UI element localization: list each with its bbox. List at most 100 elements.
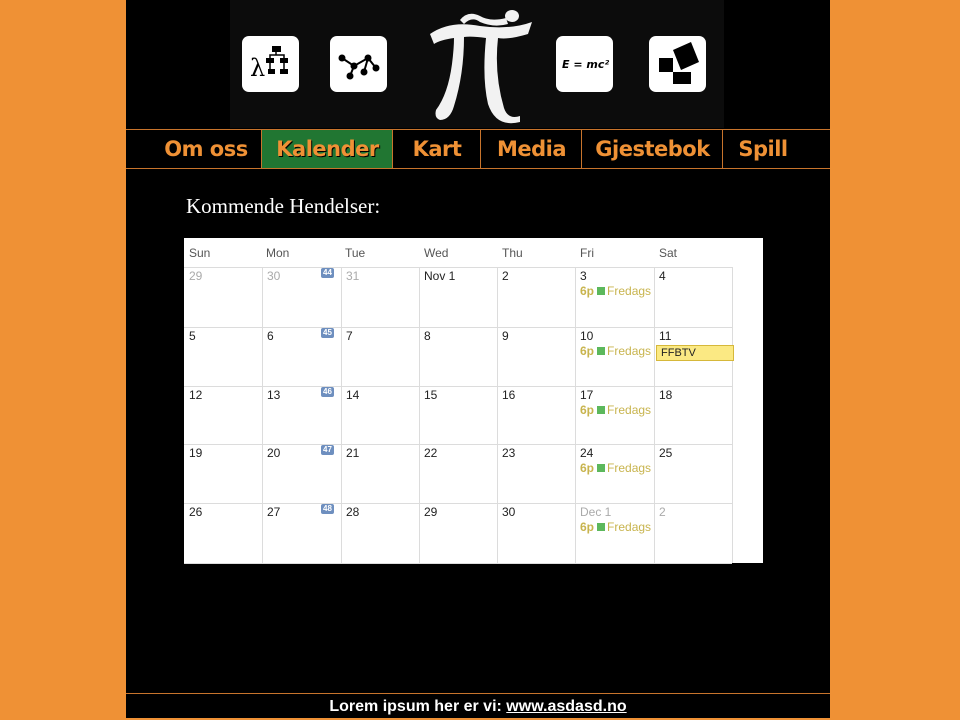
grid-line: [184, 386, 732, 387]
week-number-badge[interactable]: 48: [321, 504, 334, 514]
footer-text: Lorem ipsum her er vi:: [329, 698, 507, 715]
grid-line: [654, 267, 655, 563]
day-number[interactable]: 5: [189, 329, 196, 343]
svg-text:E = mc²: E = mc²: [562, 58, 609, 71]
footer: Lorem ipsum her er vi: www.asdasd.no: [126, 693, 830, 718]
week-number-badge[interactable]: 44: [321, 268, 334, 278]
day-number[interactable]: 27: [267, 505, 280, 519]
main-nav: Om oss Kalender Kart Media Gjestebok Spi…: [126, 129, 830, 169]
day-number[interactable]: 17: [580, 388, 593, 402]
week-number-badge[interactable]: 46: [321, 387, 334, 397]
graph-nodes-icon: [330, 36, 387, 92]
day-number[interactable]: 16: [502, 388, 515, 402]
event-title: Fredags: [607, 520, 652, 534]
day-number[interactable]: 20: [267, 446, 280, 460]
allday-event[interactable]: FFBTV: [656, 345, 734, 361]
weekday-label: Mon: [266, 246, 290, 260]
day-number[interactable]: 19: [189, 446, 202, 460]
friday-event[interactable]: 6p Fredags: [580, 520, 651, 534]
nav-kalender[interactable]: Kalender: [261, 130, 393, 168]
grid-line: [184, 503, 732, 504]
day-number[interactable]: 23: [502, 446, 515, 460]
event-time: 6p: [580, 284, 595, 298]
day-number[interactable]: 29: [189, 269, 202, 283]
day-number[interactable]: 9: [502, 329, 509, 343]
day-number[interactable]: 2: [502, 269, 509, 283]
weekday-label: Thu: [502, 246, 523, 260]
event-color-dot: [597, 347, 606, 355]
weekday-label: Wed: [424, 246, 449, 260]
grid-line: [732, 267, 733, 563]
day-number[interactable]: Nov 1: [424, 269, 455, 283]
page-container: λ E = mc² Om oss Kalender Kart Media Gje…: [126, 0, 830, 718]
day-number[interactable]: 3: [580, 269, 587, 283]
day-number[interactable]: 11: [659, 329, 671, 343]
header-banner: λ E = mc²: [230, 0, 724, 128]
event-time: 6p: [580, 461, 595, 475]
grid-line: [419, 267, 420, 563]
week-number-badge[interactable]: 47: [321, 445, 334, 455]
day-number[interactable]: 26: [189, 505, 202, 519]
footer-link[interactable]: www.asdasd.no: [506, 698, 626, 715]
pi-figure-logo: [420, 4, 540, 124]
event-title: Fredags: [607, 461, 652, 475]
day-number[interactable]: 2: [659, 505, 666, 519]
grid-line: [341, 267, 342, 563]
grid-line: [184, 267, 732, 268]
event-color-dot: [597, 287, 606, 295]
calendar-widget: Sun Mon Tue Wed Thu Fri Sat 29 30 31 Nov 12…: [184, 238, 763, 564]
grid-line: [262, 267, 263, 563]
day-number[interactable]: 29: [424, 505, 437, 519]
day-number[interactable]: 7: [346, 329, 353, 343]
day-number[interactable]: 14: [346, 388, 359, 402]
week-number-badge[interactable]: 45: [321, 328, 334, 338]
nav-gjestebok[interactable]: Gjestebok: [581, 130, 723, 168]
day-number[interactable]: 25: [659, 446, 672, 460]
event-color-dot: [597, 464, 606, 472]
page-title: Kommende Hendelser:: [186, 194, 381, 218]
day-number[interactable]: 24: [580, 446, 593, 460]
grid-line: [575, 267, 576, 563]
event-time: 6p: [580, 344, 595, 358]
friday-event[interactable]: 6p Fredags: [580, 344, 651, 358]
grid-line: [184, 563, 732, 564]
weekday-label: Tue: [345, 246, 366, 260]
event-color-dot: [597, 523, 606, 531]
day-number[interactable]: 28: [346, 505, 359, 519]
friday-event[interactable]: 6p Fredags: [580, 403, 651, 417]
event-color-dot: [597, 406, 606, 414]
weekday-label: Sun: [189, 246, 211, 260]
nav-media[interactable]: Media: [480, 130, 582, 168]
day-number[interactable]: Dec 1: [580, 505, 611, 519]
nav-kart[interactable]: Kart: [392, 130, 481, 168]
day-number[interactable]: 12: [189, 388, 202, 402]
friday-event[interactable]: 6p Fredags: [580, 284, 651, 298]
nav-spill[interactable]: Spill: [722, 130, 803, 168]
weekday-label: Fri: [580, 246, 594, 260]
event-time: 6p: [580, 403, 595, 417]
day-number[interactable]: 10: [580, 329, 593, 343]
lambda-flowchart-icon: λ: [242, 36, 299, 92]
friday-event[interactable]: 6p Fredags: [580, 461, 651, 475]
emc2-icon: E = mc²: [556, 36, 613, 92]
pythagoras-icon: [649, 36, 706, 92]
day-number[interactable]: 30: [267, 269, 280, 283]
event-title: Fredags: [607, 403, 652, 417]
day-number[interactable]: 31: [346, 269, 359, 283]
day-number[interactable]: 4: [659, 269, 666, 283]
day-number[interactable]: 6: [267, 329, 274, 343]
day-number[interactable]: 15: [424, 388, 437, 402]
day-number[interactable]: 18: [659, 388, 672, 402]
event-title: Fredags: [607, 284, 652, 298]
grid-line: [184, 444, 732, 445]
nav-om-oss[interactable]: Om oss: [156, 130, 256, 168]
day-number[interactable]: 21: [346, 446, 359, 460]
day-number[interactable]: 8: [424, 329, 431, 343]
day-number[interactable]: 30: [502, 505, 515, 519]
event-time: 6p: [580, 520, 595, 534]
day-number[interactable]: 22: [424, 446, 437, 460]
event-title: Fredags: [607, 344, 652, 358]
day-number[interactable]: 13: [267, 388, 280, 402]
weekday-label: Sat: [659, 246, 678, 260]
svg-text:λ: λ: [250, 54, 265, 82]
